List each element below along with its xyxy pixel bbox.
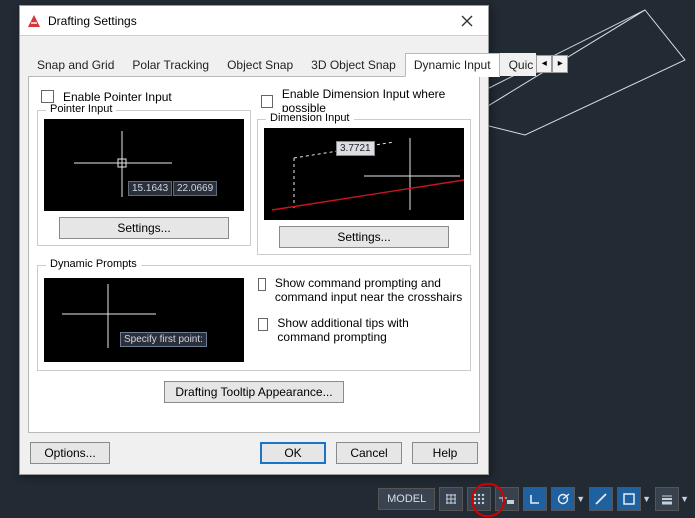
help-button[interactable]: Help [412, 442, 478, 464]
dim-value-box: 3.7721 [336, 141, 375, 156]
enable-pointer-label: Enable Pointer Input [63, 90, 172, 104]
dimension-input-preview: 3.7721 [264, 128, 464, 220]
titlebar[interactable]: Drafting Settings [20, 6, 488, 36]
enable-dim-input[interactable] [261, 95, 273, 108]
lineweight-toggle-icon[interactable] [655, 487, 679, 511]
show-cmd-checkbox[interactable]: Show command prompting and command input… [254, 276, 464, 304]
ortho-toggle-icon[interactable] [523, 487, 547, 511]
tab-snap-and-grid[interactable]: Snap and Grid [28, 53, 123, 76]
pointer-input-group: Pointer Input 15.1643 22.0669 Settings..… [37, 110, 251, 246]
enable-pointer-input[interactable] [41, 90, 54, 103]
osnap-toggle-icon[interactable] [617, 487, 641, 511]
dynamic-prompts-legend: Dynamic Prompts [46, 258, 141, 270]
close-button[interactable] [452, 8, 482, 34]
cancel-button[interactable]: Cancel [336, 442, 402, 464]
status-bar: MODEL ▼ ▼ ▼ [372, 485, 695, 513]
tab-strip: Snap and Grid Polar Tracking Object Snap… [28, 52, 480, 77]
pointer-coord-x: 15.1643 [128, 181, 172, 196]
lineweight-dropdown-icon[interactable]: ▼ [680, 494, 689, 504]
show-cmd-label: Show command prompting and command input… [275, 276, 464, 304]
pointer-input-preview: 15.1643 22.0669 [44, 119, 244, 211]
ok-button[interactable]: OK [260, 442, 326, 464]
dialog-footer: Options... OK Cancel Help [30, 442, 478, 464]
pointer-settings-button[interactable]: Settings... [59, 217, 229, 239]
dimension-input-legend: Dimension Input [266, 112, 354, 124]
prompt-text-box: Specify first point: [120, 332, 207, 347]
model-space-button[interactable]: MODEL [378, 488, 435, 510]
dynamic-prompts-group: Dynamic Prompts Specify first point: Sho… [37, 265, 471, 371]
autocad-icon [26, 13, 42, 29]
isodraft-toggle-icon[interactable] [589, 487, 613, 511]
dimension-settings-button[interactable]: Settings... [279, 226, 449, 248]
tab-object-snap[interactable]: Object Snap [218, 53, 302, 76]
tooltip-appearance-button[interactable]: Drafting Tooltip Appearance... [164, 381, 344, 403]
drafting-settings-dialog: Drafting Settings Snap and Grid Polar Tr… [19, 5, 489, 475]
show-tips-input[interactable] [258, 318, 268, 331]
options-button[interactable]: Options... [30, 442, 110, 464]
tab-polar-tracking[interactable]: Polar Tracking [123, 53, 218, 76]
tab-scroll-right[interactable]: ▸ [552, 55, 568, 73]
tab-3d-object-snap[interactable]: 3D Object Snap [302, 53, 405, 76]
dynamic-input-toggle-icon[interactable] [495, 487, 519, 511]
show-tips-checkbox[interactable]: Show additional tips with command prompt… [254, 316, 464, 344]
show-tips-label: Show additional tips with command prompt… [277, 316, 464, 344]
tab-content: Enable Pointer Input Pointer Input 15.16… [28, 77, 480, 433]
show-cmd-input[interactable] [258, 278, 266, 291]
dimension-input-group: Dimension Input 3.7721 Settings... [257, 119, 471, 255]
enable-dim-checkbox[interactable]: Enable Dimension Input where possible [257, 87, 471, 115]
tab-scroll-left[interactable]: ◂ [536, 55, 552, 73]
pointer-input-legend: Pointer Input [46, 103, 116, 115]
polar-dropdown-icon[interactable]: ▼ [576, 494, 585, 504]
snap-toggle-icon[interactable] [467, 487, 491, 511]
dialog-title: Drafting Settings [48, 14, 452, 28]
dynamic-prompts-preview: Specify first point: [44, 278, 244, 362]
enable-dim-label: Enable Dimension Input where possible [282, 87, 471, 115]
tab-dynamic-input[interactable]: Dynamic Input [405, 53, 500, 77]
grid-toggle-icon[interactable] [439, 487, 463, 511]
osnap-dropdown-icon[interactable]: ▼ [642, 494, 651, 504]
tab-quick-props[interactable]: Quic [500, 53, 537, 76]
polar-tracking-toggle-icon[interactable] [551, 487, 575, 511]
pointer-coord-y: 22.0669 [173, 181, 217, 196]
